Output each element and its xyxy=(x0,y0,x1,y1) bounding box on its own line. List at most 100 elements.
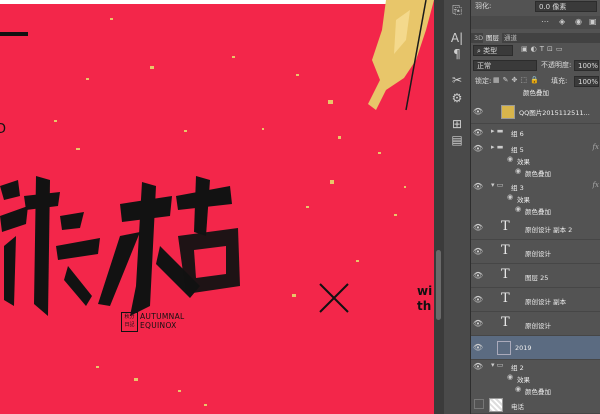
layer-row[interactable]: 👁 T 原创设计 副本 2 xyxy=(471,216,600,240)
layer-row[interactable]: 👁 T 图层 25 xyxy=(471,264,600,288)
panel-tool-strip: ⎘ A| ¶ ✂ ⚙ ⊞ ▤ xyxy=(444,0,471,414)
mask-eye-icon[interactable]: ◉ xyxy=(575,17,582,26)
effect-row[interactable]: ◉ 颜色叠加 xyxy=(471,385,600,396)
eye-icon[interactable]: 👁 xyxy=(471,143,485,154)
layer-name: 原创设计 xyxy=(525,322,551,330)
effect-row[interactable]: ◉ 颜色叠加 xyxy=(471,205,600,216)
feather-field[interactable]: 0.0 像素 xyxy=(535,1,597,12)
mask-invert-icon[interactable]: ◈ xyxy=(559,17,565,26)
effect-name: 颜色叠加 xyxy=(525,388,551,396)
blend-mode-select[interactable]: 正常 xyxy=(473,60,537,71)
align-icon[interactable]: ⊞ xyxy=(448,116,466,132)
eye-icon[interactable]: 👁 xyxy=(471,336,485,359)
layer-row-selected[interactable]: 👁 2019 xyxy=(471,336,600,360)
layer-row[interactable]: 👁 T 原创设计 xyxy=(471,312,600,336)
caption-line-2: EQUINOX xyxy=(140,321,177,330)
partial-effect-name: 颜色叠加 xyxy=(523,89,549,97)
group-collapsed-icon[interactable]: ▸ ▬ xyxy=(491,143,503,151)
fx-badge[interactable]: fx xyxy=(592,143,599,151)
search-icon: ⌕ xyxy=(477,47,481,55)
effects-row[interactable]: ◉ 效果 xyxy=(471,155,600,166)
layer-name: 组 2 xyxy=(511,364,524,372)
blend-row: 正常 不透明度: 100% xyxy=(471,60,600,73)
tab-layers[interactable]: 图层 xyxy=(483,33,502,43)
layer-row[interactable]: 👁 QQ图片2015112511... xyxy=(471,100,600,124)
tab-channels[interactable]: 通道 xyxy=(501,33,520,43)
fill-label: 填充: xyxy=(551,77,568,85)
seal-stamp: 秋分 日記 xyxy=(121,312,138,332)
layer-comps-icon[interactable]: ▤ xyxy=(448,132,466,148)
layer-row[interactable]: 👁 ▾ ▭ 组 2 xyxy=(471,361,600,372)
layer-name: 原创设计 xyxy=(525,250,551,258)
transparent-thumbnail xyxy=(489,398,503,412)
image-thumbnail xyxy=(501,105,515,119)
eye-icon[interactable]: 👁 xyxy=(471,240,485,263)
layers-panel: 羽化: 0.0 像素 ⋯ ◈ ◉ ▣ 3D 图层 通道 ⌕ 类型 ▣◐T⊡▭ 正… xyxy=(471,0,600,414)
layer-row[interactable]: 👁 T 原创设计 副本 xyxy=(471,288,600,312)
effects-label: 效果 xyxy=(517,196,530,204)
cropped-text-line-2: th xyxy=(417,299,432,313)
opacity-field[interactable]: 100% xyxy=(574,60,599,71)
character-icon[interactable]: A| xyxy=(448,30,466,46)
eye-icon[interactable]: 👁 xyxy=(471,288,485,311)
text-layer-icon: T xyxy=(501,291,510,306)
eye-icon[interactable]: 👁 xyxy=(471,361,485,372)
eye-icon[interactable]: ◉ xyxy=(507,193,513,201)
scrollbar-thumb[interactable] xyxy=(436,250,441,320)
kind-filter-select[interactable]: ⌕ 类型 xyxy=(473,45,513,56)
group-expanded-icon[interactable]: ▾ ▭ xyxy=(491,361,503,369)
group-expanded-icon[interactable]: ▾ ▭ xyxy=(491,181,503,189)
partial-effect-row: 颜色叠加 xyxy=(471,89,600,97)
layer-name: 组 3 xyxy=(511,184,524,192)
effect-row[interactable]: ◉ 颜色叠加 xyxy=(471,167,600,178)
layer-name: QQ图片2015112511... xyxy=(519,109,590,117)
eye-icon[interactable]: 👁 xyxy=(471,100,485,123)
filter-icons[interactable]: ▣◐T⊡▭ xyxy=(521,45,565,53)
adjust-icon[interactable]: ⚙ xyxy=(448,90,466,106)
panel-tabs: 3D 图层 通道 xyxy=(471,33,600,43)
layer-name: 组 5 xyxy=(511,146,524,154)
fill-field[interactable]: 100% xyxy=(574,76,599,87)
cropped-text: wi th xyxy=(417,284,432,314)
effects-row[interactable]: ◉ 效果 xyxy=(471,373,600,384)
eye-icon[interactable]: 👁 xyxy=(471,312,485,335)
mask-delete-icon[interactable]: ▣ xyxy=(589,17,597,26)
fx-badge[interactable]: fx xyxy=(592,181,599,189)
layer-name: 2019 xyxy=(515,344,532,352)
eye-icon[interactable]: 👁 xyxy=(471,181,485,192)
eye-icon[interactable]: ◉ xyxy=(515,385,521,393)
layer-name: 电话 xyxy=(511,403,524,411)
eye-icon[interactable]: ◉ xyxy=(507,155,513,163)
eye-icon[interactable]: ◉ xyxy=(507,373,513,381)
visibility-off-box[interactable] xyxy=(474,399,484,409)
paragraph-icon[interactable]: ¶ xyxy=(448,46,466,62)
eye-icon[interactable]: ◉ xyxy=(515,205,521,213)
eye-icon[interactable]: 👁 xyxy=(471,264,485,287)
text-layer-icon: T xyxy=(501,267,510,282)
effects-row[interactable]: ◉ 效果 xyxy=(471,193,600,204)
mask-select-icon[interactable]: ⋯ xyxy=(541,17,549,26)
text-layer-icon: T xyxy=(501,219,510,234)
document-canvas[interactable]: D 秋分 日記 AUTUMNAL EQUINOX wi th xyxy=(0,0,434,414)
eye-icon[interactable]: ◉ xyxy=(515,167,521,175)
cropped-text-line-1: wi xyxy=(417,284,433,298)
layer-row[interactable]: 👁 ▸ ▬ 组 6 xyxy=(471,127,600,138)
layer-row[interactable]: 👁 T 原创设计 xyxy=(471,240,600,264)
eye-icon[interactable]: 👁 xyxy=(471,216,485,239)
effect-name: 颜色叠加 xyxy=(525,208,551,216)
history-icon[interactable]: ⎘ xyxy=(448,2,466,18)
tools-icon[interactable]: ✂ xyxy=(448,72,466,88)
layer-row[interactable]: 👁 ▾ ▭ 组 3 fx xyxy=(471,181,600,192)
effects-label: 效果 xyxy=(517,158,530,166)
lock-icons[interactable]: ▦✎✥⬚🔒 xyxy=(493,76,542,84)
canvas-vertical-scrollbar[interactable] xyxy=(434,0,444,414)
layer-name: 原创设计 副本 xyxy=(525,298,567,306)
text-layer-icon: T xyxy=(501,315,510,330)
layer-row[interactable]: 电话 xyxy=(471,396,600,414)
layer-name: 图层 25 xyxy=(525,274,549,282)
seal-text: 秋分 日記 xyxy=(124,314,135,328)
layer-row[interactable]: 👁 ▸ ▬ 组 5 fx xyxy=(471,143,600,154)
text-layer-icon: T xyxy=(501,243,510,258)
eye-icon[interactable]: 👁 xyxy=(471,127,485,138)
group-collapsed-icon[interactable]: ▸ ▬ xyxy=(491,127,503,135)
